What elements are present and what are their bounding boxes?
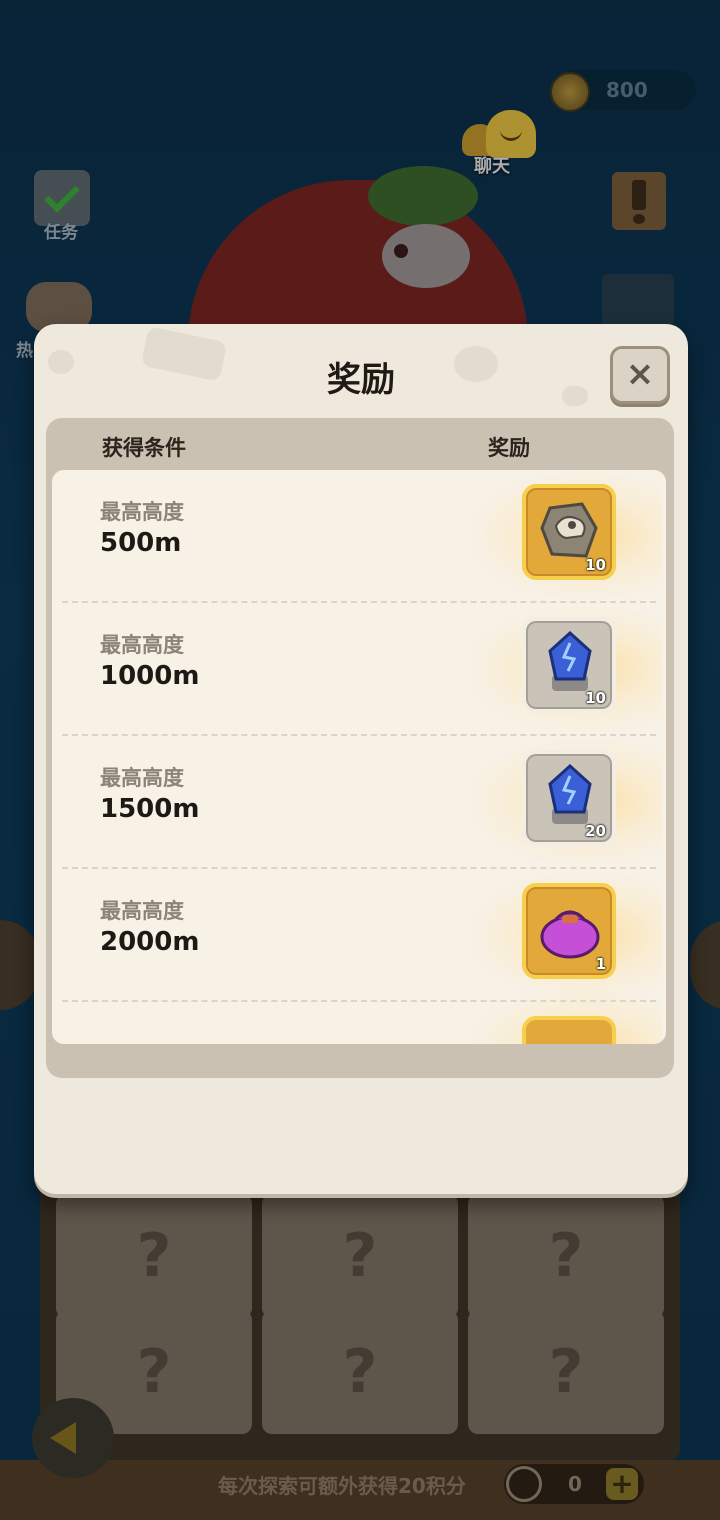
condition-label: 最高高度 bbox=[100, 899, 184, 923]
reward-table: 获得条件 奖励 最高高度 500m 10 最高高度 1000m 10 最高高度 … bbox=[46, 418, 674, 1078]
reward-list[interactable]: 最高高度 500m 10 最高高度 1000m 10 最高高度 1500m 20… bbox=[52, 470, 666, 1044]
header-condition: 获得条件 bbox=[102, 436, 186, 460]
table-row: 最高高度 2000m 1 bbox=[52, 869, 666, 1002]
condition-label: 最高高度 bbox=[100, 633, 184, 657]
modal-title: 奖励 bbox=[327, 360, 395, 400]
reward-count: 10 bbox=[585, 689, 606, 707]
reward-count: 20 bbox=[585, 822, 606, 840]
condition-label: 最高高度 bbox=[100, 500, 184, 524]
reward-item[interactable]: 1 bbox=[522, 883, 616, 979]
condition-label: 最高高度 bbox=[100, 766, 184, 790]
condition-value: 1500m bbox=[100, 794, 200, 824]
table-header: 获得条件 奖励 bbox=[46, 418, 674, 468]
condition-value: 500m bbox=[100, 528, 182, 558]
table-row: 最高高度 500m 10 bbox=[52, 470, 666, 603]
blue-crystal-icon bbox=[548, 631, 592, 691]
table-row: 最高高度 1500m 20 bbox=[52, 736, 666, 869]
purple-loot-bag-icon bbox=[540, 910, 600, 959]
reward-item[interactable]: 10 bbox=[522, 617, 616, 713]
reward-item-partial[interactable] bbox=[522, 1016, 616, 1044]
condition-value: 1000m bbox=[100, 661, 200, 691]
blue-crystal-icon bbox=[548, 764, 592, 824]
reward-count: 1 bbox=[595, 955, 606, 973]
table-row: 最高高度 1000m 10 bbox=[52, 603, 666, 736]
reward-item[interactable]: 20 bbox=[522, 750, 616, 846]
condition-value: 2000m bbox=[100, 927, 200, 957]
reward-count: 10 bbox=[585, 556, 606, 574]
reward-modal: 奖励 × 获得条件 奖励 最高高度 500m 10 最高高度 1000m 10 … bbox=[34, 324, 688, 1194]
fossil-skull-icon bbox=[540, 502, 598, 558]
reward-item[interactable]: 10 bbox=[522, 484, 616, 580]
close-button[interactable]: × bbox=[610, 346, 670, 404]
header-reward: 奖励 bbox=[488, 436, 530, 460]
